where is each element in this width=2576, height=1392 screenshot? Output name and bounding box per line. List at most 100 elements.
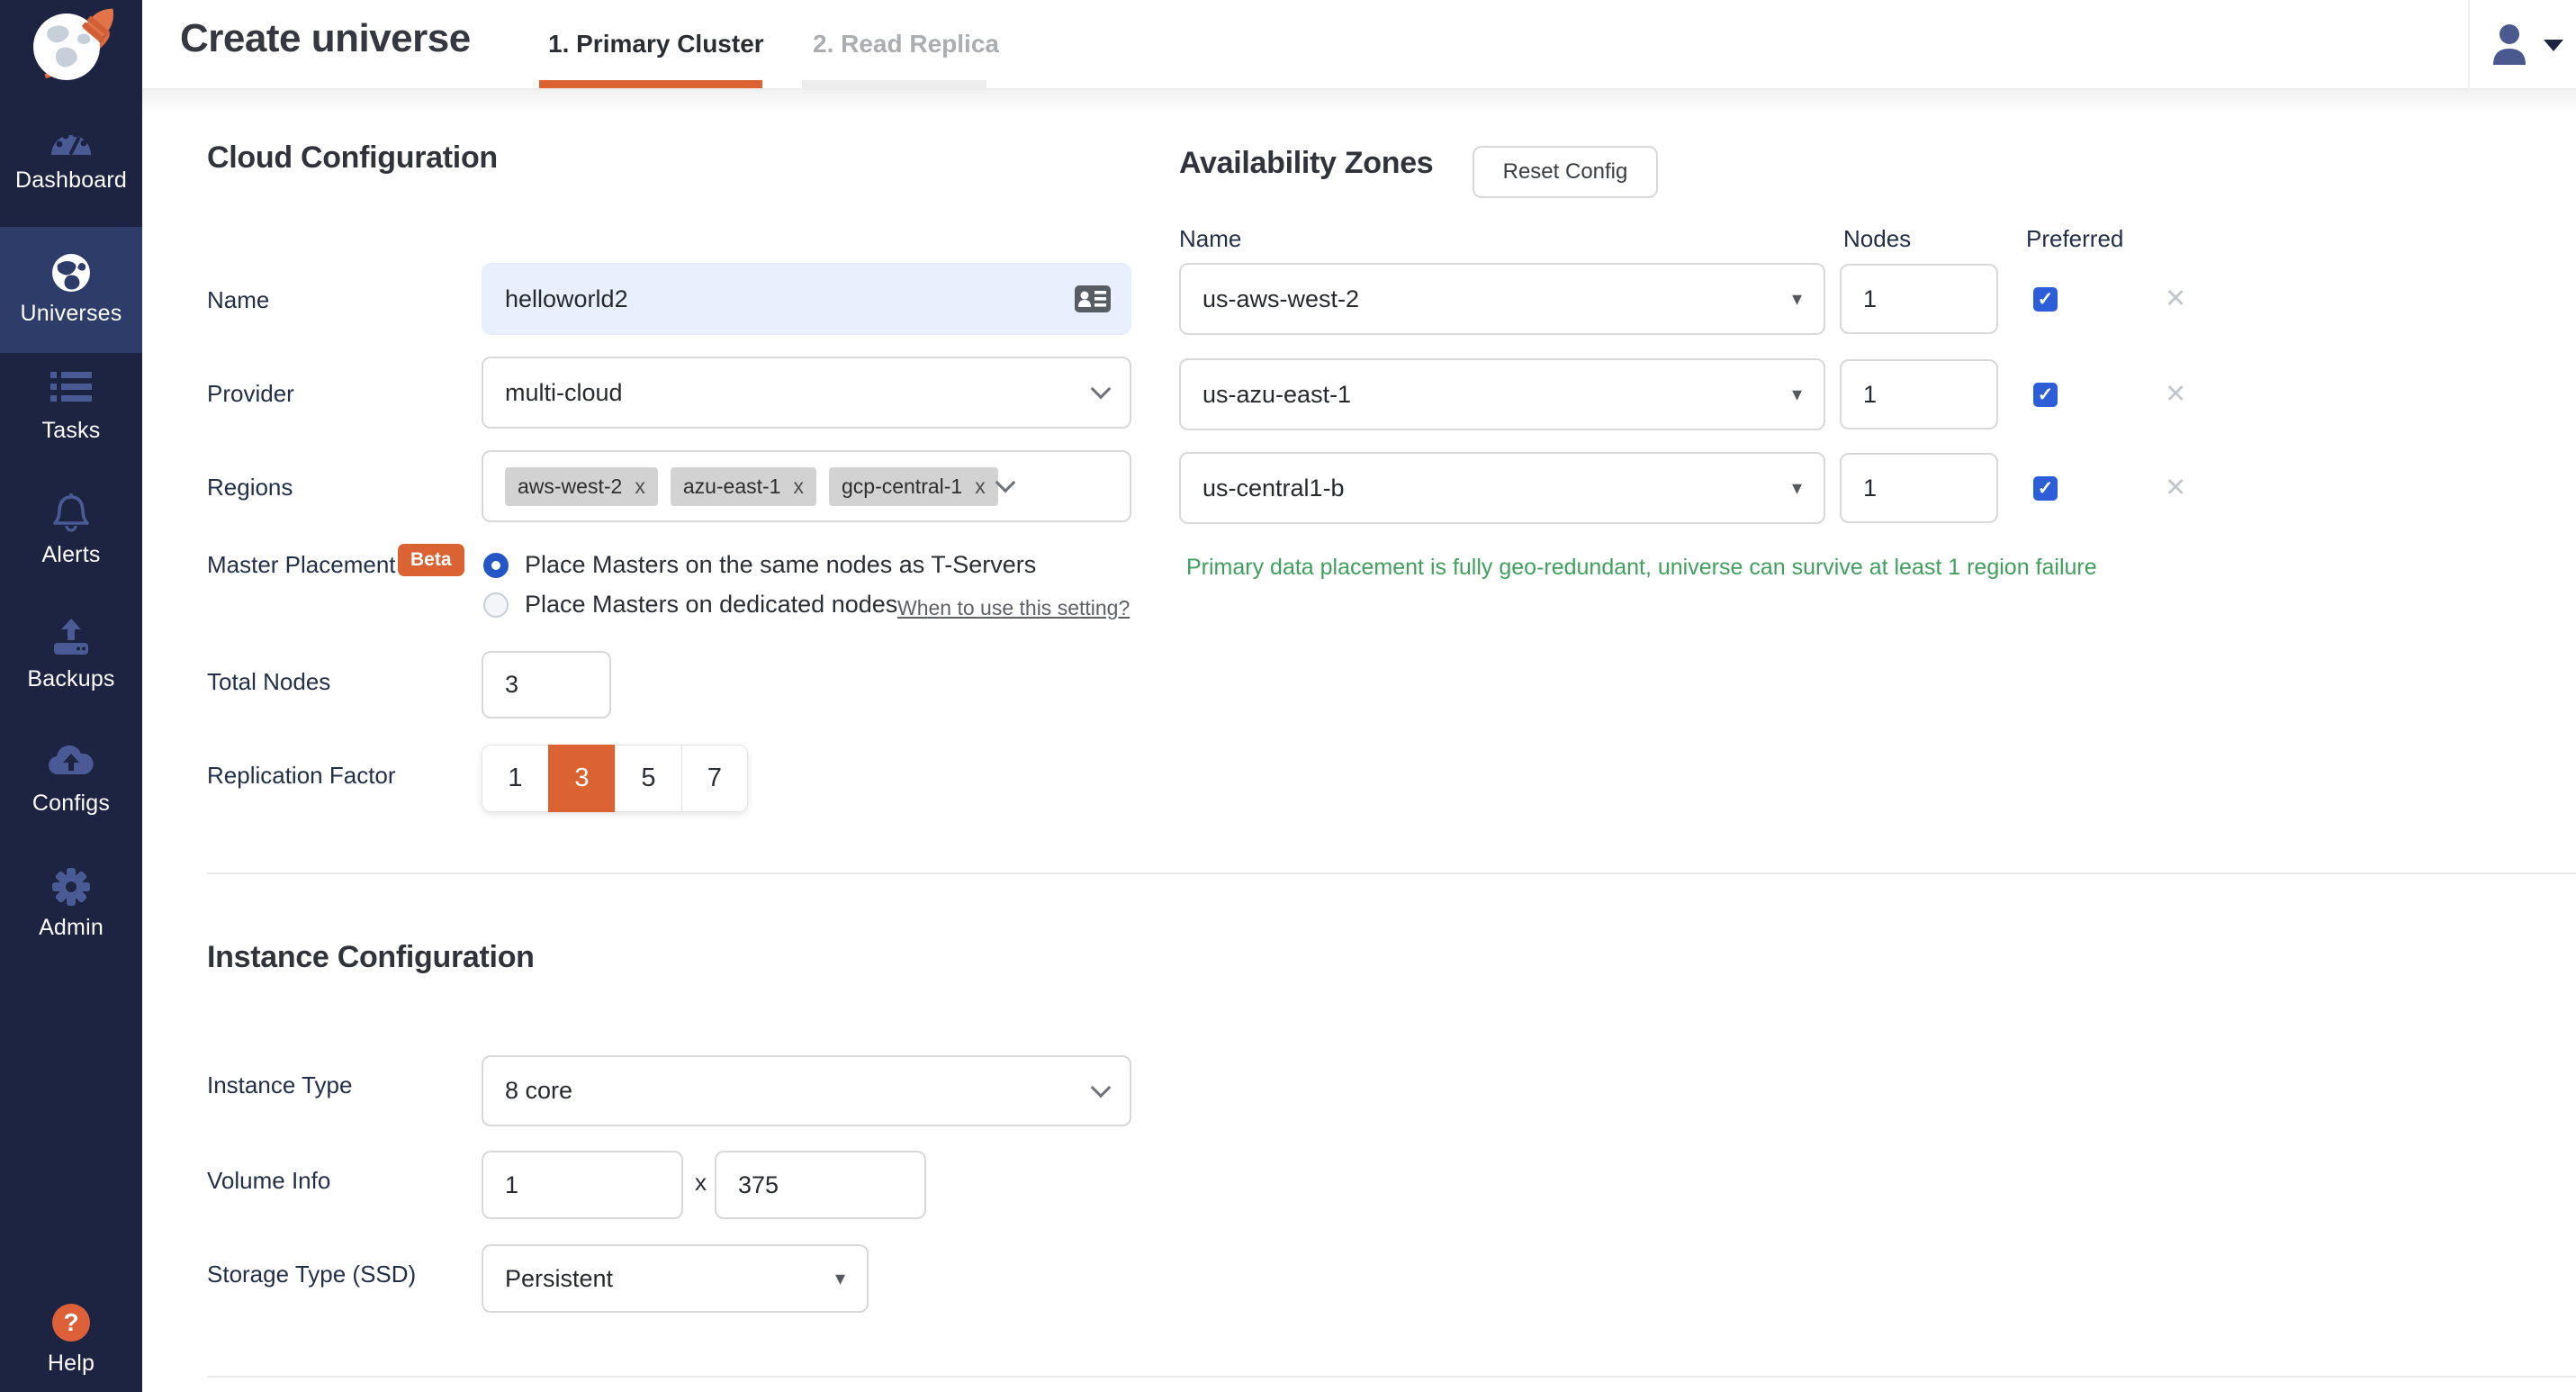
dropdown-caret-icon: ▾	[835, 1269, 845, 1288]
provider-value: multi-cloud	[505, 379, 1094, 407]
remove-region-icon[interactable]: x	[975, 475, 986, 499]
check-icon: ✓	[2038, 477, 2054, 500]
radio-label: Place Masters on the same nodes as T-Ser…	[525, 551, 1036, 579]
dropdown-caret-icon: ▾	[1792, 478, 1802, 498]
create-universe-page: Dashboard Universes Tasks	[0, 0, 2576, 1392]
az-preferred-checkbox-row-3[interactable]: ✓	[2033, 476, 2058, 501]
name-label: Name	[207, 286, 269, 314]
rf-option-7[interactable]: 7	[681, 745, 748, 812]
yugabyte-logo-icon	[16, 2, 126, 95]
storage-type-select[interactable]: Persistent ▾	[482, 1244, 869, 1313]
rf-option-5[interactable]: 5	[615, 745, 681, 812]
region-chip[interactable]: aws-west-2 x	[505, 467, 658, 506]
provider-label: Provider	[207, 380, 294, 408]
instance-type-label: Instance Type	[207, 1071, 352, 1099]
az-remove-icon-row-1[interactable]: ✕	[2165, 286, 2186, 312]
tab-primary-cluster[interactable]: 1. Primary Cluster	[548, 0, 764, 88]
az-nodes-input-row-2[interactable]	[1840, 359, 1998, 429]
check-icon: ✓	[2038, 384, 2054, 406]
az-name-value: us-central1-b	[1202, 475, 1792, 502]
az-remove-icon-row-3[interactable]: ✕	[2165, 475, 2186, 502]
instance-type-select[interactable]: 8 core	[482, 1055, 1131, 1126]
sidebar-item-label: Help	[0, 1351, 142, 1377]
master-placement-option-dedicated-nodes[interactable]: Place Masters on dedicated nodes	[483, 591, 897, 619]
az-name-value: us-aws-west-2	[1202, 285, 1792, 313]
bottom-divider	[207, 1376, 2576, 1378]
replication-factor-label: Replication Factor	[207, 762, 396, 790]
chevron-down-icon	[1091, 1077, 1112, 1098]
universe-name-input[interactable]	[482, 263, 1131, 335]
rf-option-1[interactable]: 1	[482, 745, 548, 812]
universe-globe-icon	[0, 252, 142, 294]
sidebar-item-label: Configs	[0, 791, 142, 817]
az-remove-icon-row-2[interactable]: ✕	[2165, 382, 2186, 408]
az-select-row-1[interactable]: us-aws-west-2 ▾	[1179, 263, 1825, 335]
reset-config-button[interactable]: Reset Config	[1473, 146, 1658, 198]
when-to-use-setting-link[interactable]: When to use this setting?	[897, 596, 1130, 620]
sidebar-item-label: Universes	[0, 301, 142, 327]
chevron-down-icon	[995, 473, 1015, 493]
region-chips: aws-west-2 x azu-east-1 x gcp-central-1 …	[505, 467, 998, 506]
master-placement-option-same-nodes[interactable]: Place Masters on the same nodes as T-Ser…	[483, 551, 1036, 579]
instance-type-value: 8 core	[505, 1077, 1094, 1105]
user-account-icon[interactable]	[2490, 23, 2529, 65]
geo-redundancy-status-message: Primary data placement is fully geo-redu…	[1186, 555, 2097, 581]
az-preferred-checkbox-row-2[interactable]: ✓	[2033, 383, 2058, 407]
az-nodes-input-row-1[interactable]	[1840, 264, 1998, 334]
region-chip[interactable]: gcp-central-1 x	[829, 467, 998, 506]
task-list-icon	[0, 369, 142, 411]
radio-label: Place Masters on dedicated nodes	[525, 591, 897, 619]
tab-label: 2. Read Replica	[813, 30, 999, 59]
az-select-row-3[interactable]: us-central1-b ▾	[1179, 452, 1825, 524]
active-tab-indicator	[539, 80, 762, 88]
backup-upload-icon	[0, 618, 142, 659]
check-icon: ✓	[2038, 288, 2054, 311]
remove-region-icon[interactable]: x	[635, 475, 645, 499]
sidebar-item-label: Dashboard	[0, 167, 142, 194]
sidebar: Dashboard Universes Tasks	[0, 0, 142, 1392]
az-preferred-column-header: Preferred	[2026, 225, 2123, 253]
tab-read-replica[interactable]: 2. Read Replica	[813, 0, 999, 88]
az-nodes-column-header: Nodes	[1843, 225, 1911, 253]
sidebar-item-dashboard[interactable]: Dashboard	[0, 119, 142, 194]
radio-selected-icon[interactable]	[483, 553, 509, 578]
volume-count-input[interactable]	[482, 1151, 683, 1219]
gear-icon	[0, 866, 142, 908]
provider-select[interactable]: multi-cloud	[482, 357, 1131, 429]
sidebar-item-label: Tasks	[0, 418, 142, 444]
volume-size-input[interactable]	[715, 1151, 926, 1219]
region-chip-label: azu-east-1	[683, 475, 781, 499]
rf-option-3-selected[interactable]: 3	[548, 745, 615, 812]
regions-label: Regions	[207, 474, 293, 502]
storage-type-value: Persistent	[505, 1265, 835, 1293]
sidebar-item-configs[interactable]: Configs	[0, 742, 142, 817]
dropdown-caret-icon: ▾	[1792, 384, 1802, 404]
beta-badge: Beta	[398, 544, 464, 576]
tab-label: 1. Primary Cluster	[548, 30, 764, 59]
sidebar-item-help[interactable]: ? Help	[0, 1302, 142, 1377]
main-content: Cloud Configuration Name Provider multi-…	[142, 90, 2576, 1392]
sidebar-item-label: Alerts	[0, 542, 142, 568]
chevron-down-icon	[1091, 379, 1112, 400]
total-nodes-input[interactable]	[482, 651, 611, 719]
sidebar-item-universes[interactable]: Universes	[0, 227, 142, 353]
sidebar-item-backups[interactable]: Backups	[0, 618, 142, 692]
master-placement-label: Master Placement	[207, 551, 396, 579]
replication-factor-group: 1 3 5 7	[482, 745, 748, 812]
section-divider	[207, 872, 2576, 874]
volume-multiplier-label: x	[695, 1169, 707, 1197]
radio-unselected-icon[interactable]	[483, 592, 509, 618]
bell-icon	[0, 493, 142, 535]
az-select-row-2[interactable]: us-azu-east-1 ▾	[1179, 358, 1825, 430]
region-chip[interactable]: azu-east-1 x	[671, 467, 816, 506]
regions-multiselect[interactable]: aws-west-2 x azu-east-1 x gcp-central-1 …	[482, 450, 1131, 522]
user-menu-caret-icon[interactable]	[2544, 40, 2563, 51]
availability-zones-heading: Availability Zones	[1179, 146, 1433, 181]
dashboard-icon	[0, 119, 142, 160]
sidebar-item-admin[interactable]: Admin	[0, 866, 142, 941]
sidebar-item-alerts[interactable]: Alerts	[0, 493, 142, 568]
az-nodes-input-row-3[interactable]	[1840, 453, 1998, 523]
az-preferred-checkbox-row-1[interactable]: ✓	[2033, 287, 2058, 312]
sidebar-item-tasks[interactable]: Tasks	[0, 369, 142, 444]
remove-region-icon[interactable]: x	[793, 475, 804, 499]
